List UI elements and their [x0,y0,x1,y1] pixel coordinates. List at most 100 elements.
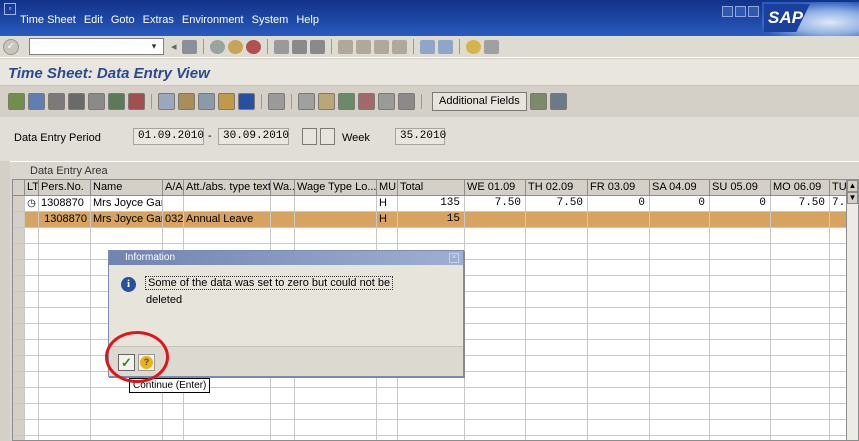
empty-cell[interactable] [91,228,163,244]
empty-cell[interactable] [526,260,588,276]
empty-cell[interactable] [295,404,377,420]
empty-cell[interactable] [771,420,830,436]
empty-cell[interactable] [588,228,650,244]
empty-cell[interactable] [91,436,163,440]
empty-cell[interactable] [771,260,830,276]
empty-cell[interactable] [465,356,526,372]
empty-cell[interactable] [650,324,710,340]
empty-cell[interactable] [25,388,39,404]
empty-cell[interactable] [398,436,465,440]
empty-cell[interactable] [25,292,39,308]
find-next-icon[interactable] [310,39,325,54]
previous-period-icon[interactable] [302,128,317,145]
cell-wa[interactable] [271,196,295,212]
empty-cell[interactable] [163,436,184,440]
empty-cell[interactable] [465,372,526,388]
menu-system[interactable]: System [252,14,289,26]
empty-cell[interactable] [710,228,771,244]
col-header-su[interactable]: SU 05.09 [710,180,771,196]
minimize-icon[interactable] [722,6,733,17]
dialog-close-icon[interactable]: × [449,253,459,263]
delete-row-icon[interactable] [358,93,375,110]
empty-cell[interactable] [710,276,771,292]
row-selector[interactable] [13,196,25,212]
enter-icon[interactable]: ✓ [3,38,19,55]
row-selector[interactable] [13,340,25,356]
empty-cell[interactable] [465,244,526,260]
exit-icon[interactable] [228,39,243,54]
command-field[interactable] [29,38,164,55]
empty-cell[interactable] [771,244,830,260]
cell-total[interactable]: 15 [398,212,465,228]
empty-cell[interactable] [25,436,39,440]
empty-cell[interactable] [588,388,650,404]
empty-cell[interactable] [25,340,39,356]
empty-cell[interactable] [465,436,526,440]
empty-cell[interactable] [25,260,39,276]
empty-cell[interactable] [39,372,91,388]
empty-cell[interactable] [526,292,588,308]
shortcut-icon[interactable] [438,39,453,54]
cell-lt[interactable] [25,212,39,228]
cell-fr[interactable] [588,212,650,228]
empty-cell[interactable] [526,228,588,244]
layout-menu-icon[interactable] [484,39,499,54]
col-header-wage-type[interactable]: Wage Type Lo... [295,180,377,196]
row-selector[interactable] [13,308,25,324]
empty-cell[interactable] [91,420,163,436]
empty-cell[interactable] [465,260,526,276]
empty-cell[interactable] [650,308,710,324]
empty-cell[interactable] [163,404,184,420]
row-selector[interactable] [13,244,25,260]
empty-cell[interactable] [710,436,771,440]
empty-cell[interactable] [377,420,398,436]
empty-cell[interactable] [526,340,588,356]
empty-cell[interactable] [771,276,830,292]
empty-cell[interactable] [39,308,91,324]
empty-cell[interactable] [184,436,271,440]
row-selector[interactable] [13,372,25,388]
empty-cell[interactable] [588,324,650,340]
empty-cell[interactable] [588,356,650,372]
print-icon[interactable] [274,39,289,54]
col-header-mu[interactable]: MU [377,180,398,196]
print-preview-icon[interactable] [48,93,65,110]
empty-cell[interactable] [25,356,39,372]
week-field[interactable]: 35.2010 [395,128,446,145]
filter-icon[interactable] [68,93,85,110]
edit-icon[interactable] [178,93,195,110]
empty-cell[interactable] [39,404,91,420]
period-to-field[interactable]: 30.09.2010 [218,128,289,145]
empty-cell[interactable] [650,436,710,440]
empty-cell[interactable] [526,372,588,388]
empty-cell[interactable] [650,372,710,388]
col-header-aa[interactable]: A/A... [163,180,184,196]
row-selector[interactable] [13,388,25,404]
empty-cell[interactable] [771,324,830,340]
cell-mu[interactable]: H [377,196,398,212]
empty-cell[interactable] [771,436,830,440]
empty-cell[interactable] [650,404,710,420]
empty-cell[interactable] [398,404,465,420]
cell-pers-no[interactable]: 1308870 [39,212,91,228]
menu-environment[interactable]: Environment [182,14,244,26]
empty-cell[interactable] [710,340,771,356]
row-selector[interactable] [13,292,25,308]
empty-cell[interactable] [526,404,588,420]
empty-cell[interactable] [588,436,650,440]
empty-cell[interactable] [710,244,771,260]
back-icon[interactable] [210,39,225,54]
col-header-att-abs-text[interactable]: Att./abs. type text [184,180,271,196]
empty-cell[interactable] [398,420,465,436]
next-period-icon[interactable] [320,128,335,145]
empty-cell[interactable] [650,228,710,244]
cell-name[interactable]: Mrs Joyce Garre [91,212,163,228]
empty-cell[interactable] [39,244,91,260]
empty-cell[interactable] [295,228,377,244]
cell-we[interactable] [465,212,526,228]
empty-cell[interactable] [91,404,163,420]
empty-cell[interactable] [710,292,771,308]
row-selector[interactable] [13,356,25,372]
empty-cell[interactable] [526,276,588,292]
empty-cell[interactable] [377,228,398,244]
